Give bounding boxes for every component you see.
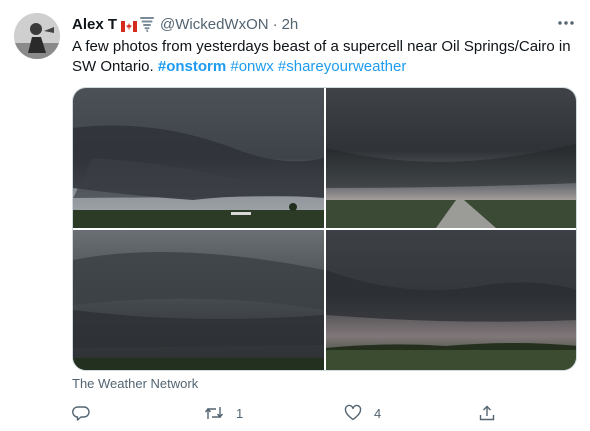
share-icon [479,405,495,421]
hashtag-onstorm[interactable]: #onstorm [158,58,226,75]
avatar[interactable] [14,13,60,59]
like-count: 4 [374,405,382,421]
hashtag-onwx[interactable]: #onwx [230,58,273,75]
separator-dot: · [272,15,278,33]
reply-button[interactable] [72,400,102,426]
tornado-icon [140,16,155,33]
tweet-header: Alex T @WickedWxON · 2h [72,13,576,35]
storm-photo-1[interactable] [73,88,324,228]
like-button[interactable]: 4 [344,400,381,426]
heart-icon [344,404,362,421]
media-source[interactable]: The Weather Network [72,376,198,391]
author-name[interactable]: Alex T [72,16,117,33]
storm-photo-4[interactable] [326,230,576,370]
canada-flag-icon [121,19,138,32]
tweet-text: A few photos from yesterdays beast of a … [72,37,577,77]
retweet-icon [204,407,224,419]
reply-icon [72,406,90,421]
retweet-button[interactable]: 1 [204,400,243,426]
tweet-actions: 1 4 [72,400,577,426]
storm-photo-2[interactable] [326,88,576,228]
photo-grid [72,87,577,371]
storm-photo-3[interactable] [73,230,324,370]
author-handle[interactable]: @WickedWxON [160,16,269,33]
hashtag-shareyourweather[interactable]: #shareyourweather [278,58,406,75]
share-button[interactable] [478,400,508,426]
more-dots-icon[interactable] [556,13,576,33]
tweet-time[interactable]: 2h [282,16,299,33]
retweet-count: 1 [236,405,244,421]
